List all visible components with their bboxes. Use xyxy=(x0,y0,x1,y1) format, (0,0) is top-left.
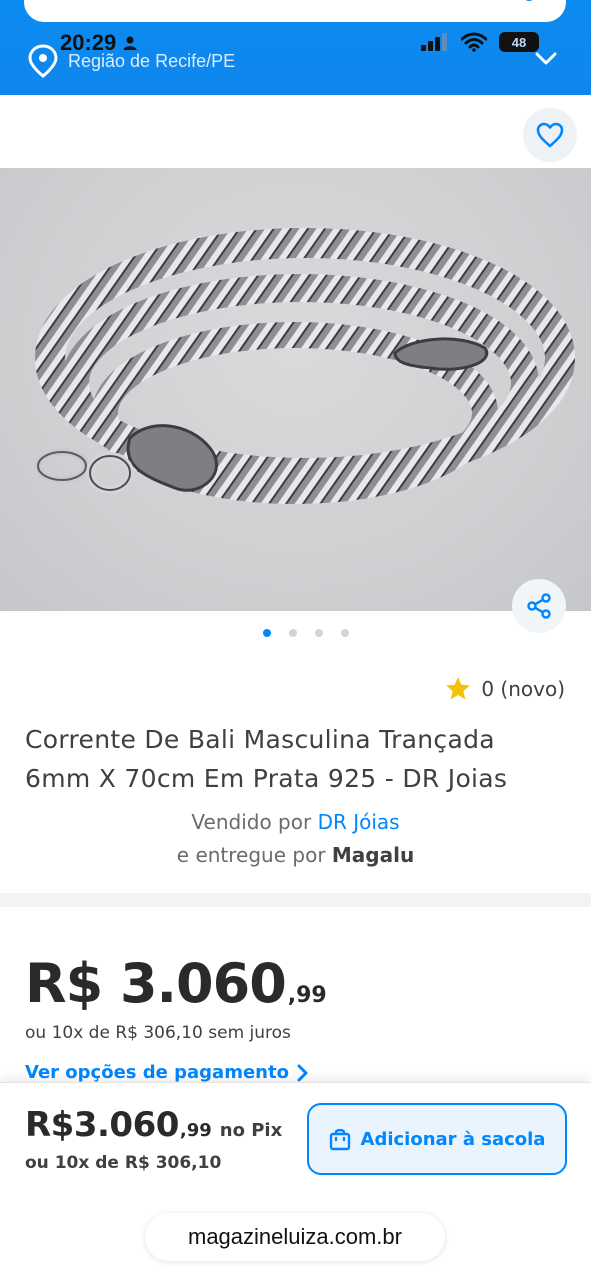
gallery-dot[interactable] xyxy=(314,629,323,637)
share-icon xyxy=(527,593,551,619)
product-rating[interactable]: 0 (novo) xyxy=(445,676,565,701)
wifi-icon xyxy=(461,32,487,52)
gallery-dot[interactable] xyxy=(340,629,349,637)
gallery-dot[interactable] xyxy=(288,629,297,637)
share-button[interactable] xyxy=(512,579,566,633)
gallery-dots xyxy=(0,629,591,637)
product-image[interactable] xyxy=(0,168,591,611)
price-cents: ,99 xyxy=(287,983,327,1008)
signal-icon xyxy=(421,33,447,51)
price-integer: R$ 3.060 xyxy=(25,952,287,1015)
bottom-action-bar: R$3.060 ,99 no Pix ou 10x de R$ 306,10 A… xyxy=(0,1082,591,1280)
search-bar[interactable] xyxy=(24,0,566,22)
pix-price: R$3.060 ,99 no Pix xyxy=(25,1105,282,1145)
chain-illustration xyxy=(34,228,575,504)
add-to-bag-button[interactable]: Adicionar à sacola xyxy=(307,1103,567,1175)
search-icon xyxy=(525,0,533,1)
delivered-by-name: Magalu xyxy=(331,843,415,867)
delivered-by: e entregue por Magalu xyxy=(0,843,591,867)
product-title: Corrente De Bali Masculina Trançada 6mm … xyxy=(25,725,508,793)
heart-icon xyxy=(536,122,564,148)
region-label: Região de Recife/PE xyxy=(68,50,236,71)
pix-price-cents: ,99 xyxy=(179,1120,212,1141)
bottom-installments: ou 10x de R$ 306,10 xyxy=(25,1153,222,1173)
battery-indicator: 48 xyxy=(499,32,539,52)
shopping-bag-icon xyxy=(329,1128,350,1151)
region-selector[interactable]: Região de Recife/PE xyxy=(28,44,235,78)
location-pin-icon xyxy=(28,44,58,78)
browser-url-bar[interactable]: magazineluiza.com.br xyxy=(145,1213,445,1261)
delivered-by-label: e entregue por xyxy=(176,843,326,867)
favorite-button[interactable] xyxy=(523,108,577,162)
section-divider xyxy=(0,893,591,907)
sold-by-label: Vendido por xyxy=(191,810,312,834)
pix-label: no Pix xyxy=(219,1120,283,1141)
installments-text: ou 10x de R$ 306,10 sem juros xyxy=(25,1023,291,1043)
app-header: 20:29 48 Região de Recife/PE xyxy=(0,0,591,95)
seller-link[interactable]: DR Jóias xyxy=(318,810,400,834)
payment-options-link[interactable]: Ver opções de pagamento xyxy=(25,1062,309,1083)
add-to-bag-label: Adicionar à sacola xyxy=(360,1128,546,1150)
gallery-dot[interactable] xyxy=(262,629,271,637)
rating-text: 0 (novo) xyxy=(481,676,565,701)
status-indicators: 48 xyxy=(421,32,539,52)
pix-price-integer: R$3.060 xyxy=(25,1105,179,1145)
chevron-down-icon[interactable] xyxy=(535,52,557,66)
payment-options-label: Ver opções de pagamento xyxy=(25,1062,289,1083)
chevron-right-icon xyxy=(297,1064,308,1081)
sold-by: Vendido por DR Jóias xyxy=(0,810,591,834)
star-icon xyxy=(446,677,471,700)
price-main: R$ 3.060 ,99 xyxy=(25,952,327,1015)
